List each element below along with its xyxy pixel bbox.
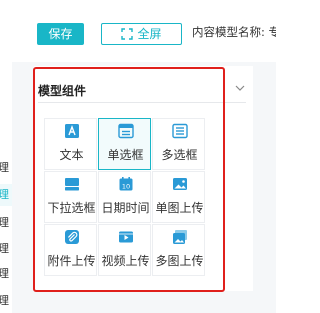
component-dropdown[interactable]: 下拉选框 xyxy=(44,171,97,223)
sidebar-item-label: 理 xyxy=(0,161,9,174)
fullscreen-icon xyxy=(121,28,134,40)
component-label: 单图上传 xyxy=(155,201,204,215)
text-icon xyxy=(65,124,79,138)
sidebar-item-6[interactable]: 理 xyxy=(0,290,12,312)
image-icon xyxy=(173,178,187,190)
component-label: 多选框 xyxy=(161,148,198,162)
fullscreen-label: 全屏 xyxy=(137,27,162,41)
app-frame: 理 理 理 理 理 理 保存 全屏 内容模型名称: 专 模型组件 文本 单选框 … xyxy=(0,0,276,313)
svg-text:10: 10 xyxy=(122,183,130,191)
sidebar-item-label: 理 xyxy=(0,294,9,307)
video-icon xyxy=(119,231,133,243)
component-text[interactable]: 文本 xyxy=(44,118,97,170)
model-name-label: 内容模型名称: 专 xyxy=(192,25,276,39)
component-attachment[interactable]: 附件上传 xyxy=(44,224,97,276)
attachment-icon xyxy=(65,230,79,244)
chevron-down-icon[interactable] xyxy=(234,82,246,94)
sidebar-item-2[interactable]: 理 xyxy=(0,184,12,206)
fullscreen-button[interactable]: 全屏 xyxy=(101,23,182,45)
component-label: 多图上传 xyxy=(155,254,204,268)
component-checkbox[interactable]: 多选框 xyxy=(152,118,205,170)
save-button[interactable]: 保存 xyxy=(37,23,84,45)
component-single-image[interactable]: 单图上传 xyxy=(152,171,205,223)
model-components-panel: 模型组件 文本 单选框 多选框 下拉选框 10 日期时间 单图上传 附件上传 视… xyxy=(34,66,253,291)
sidebar-item-label: 理 xyxy=(0,267,9,280)
toolbar: 保存 全屏 内容模型名称: 专 xyxy=(12,0,276,62)
checkbox-icon xyxy=(172,123,188,139)
sidebar-item-label: 理 xyxy=(0,242,9,255)
component-radio[interactable]: 单选框 xyxy=(98,118,151,170)
images-icon xyxy=(173,230,187,244)
sidebar-item-4[interactable]: 理 xyxy=(0,238,12,260)
component-multi-image[interactable]: 多图上传 xyxy=(152,224,205,276)
panel-header[interactable]: 模型组件 xyxy=(38,78,246,103)
sidebar-item-5[interactable]: 理 xyxy=(0,263,12,285)
component-video[interactable]: 视频上传 xyxy=(98,224,151,276)
panel-title: 模型组件 xyxy=(38,84,87,98)
sidebar-item-1[interactable]: 理 xyxy=(0,157,12,179)
component-datetime[interactable]: 10 日期时间 xyxy=(98,171,151,223)
sidebar-item-label: 理 xyxy=(0,188,9,201)
radio-icon xyxy=(118,123,134,139)
sidebar-item-label: 理 xyxy=(0,216,9,229)
sidebar-item-3[interactable]: 理 xyxy=(0,212,12,234)
dropdown-icon xyxy=(65,178,79,191)
calendar-icon: 10 xyxy=(119,177,133,191)
